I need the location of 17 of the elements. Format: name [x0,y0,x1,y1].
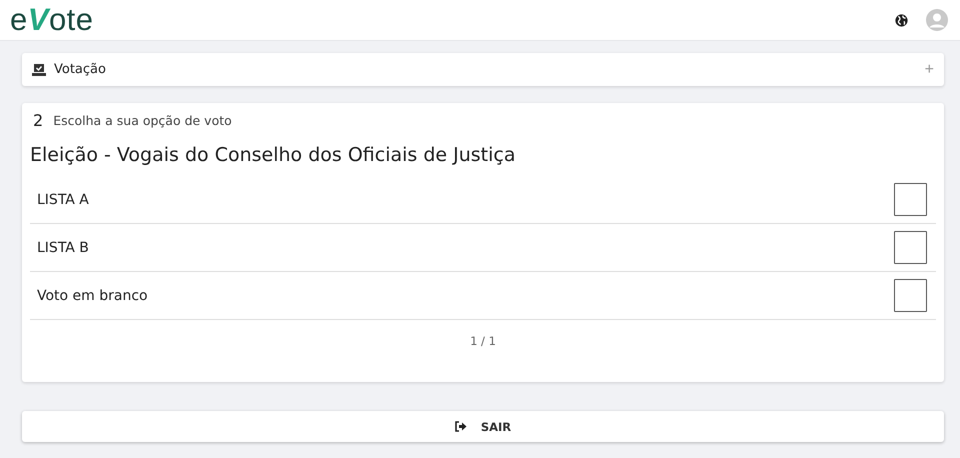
globe-icon[interactable] [895,14,908,26]
step-number: 2 [33,111,44,130]
exit-button[interactable]: SAIR [22,411,944,442]
logout-icon [454,421,467,432]
option-label: LISTA B [37,240,89,256]
option-label: Voto em branco [37,288,148,304]
step-instruction: Escolha a sua opção de voto [53,113,232,128]
pagination-text: 1 / 1 [469,334,497,348]
evote-logo: eVote [10,2,94,38]
ballot-box-icon [32,64,46,76]
option-checkbox[interactable] [894,183,927,216]
option-label: LISTA A [37,192,89,208]
option-checkbox[interactable] [894,231,927,264]
panel-title: Votação [54,62,106,77]
election-title: Eleição - Vogais do Conselho dos Oficiais de Justiça [30,144,516,166]
voting-panel-header[interactable]: Votação + [22,53,944,86]
option-checkbox[interactable] [894,279,927,312]
